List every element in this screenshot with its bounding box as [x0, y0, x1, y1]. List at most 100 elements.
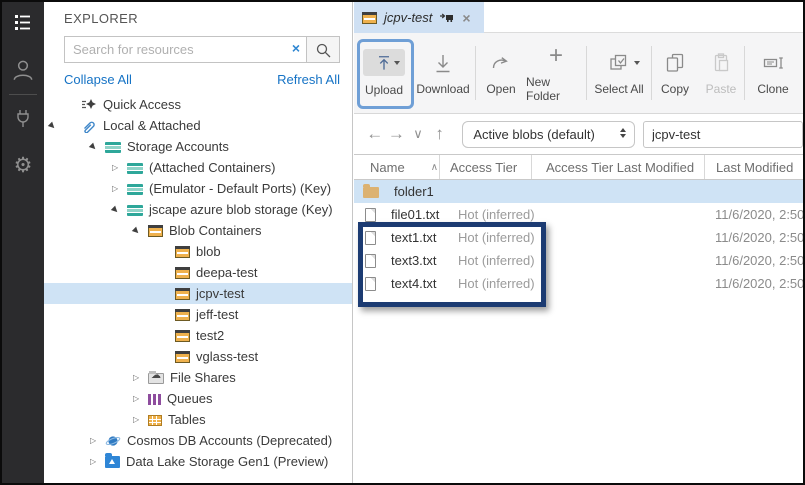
expanded-chevron-icon[interactable] — [49, 122, 81, 130]
tree-item-label: Cosmos DB Accounts (Deprecated) — [127, 433, 332, 448]
blob-row-text4[interactable]: text4.txt Hot (inferred) 11/6/2020, 2:50… — [354, 272, 803, 295]
tree-item-label: Quick Access — [103, 97, 181, 112]
blob-container-icon — [175, 288, 190, 300]
column-header-last-modified[interactable]: Last Modified — [705, 155, 803, 179]
tree-item-label: Data Lake Storage Gen1 (Preview) — [126, 454, 328, 469]
blob-view-selector[interactable]: Active blobs (default) — [462, 121, 635, 148]
tree-item-jscape-azure-blob-storage[interactable]: jscape azure blob storage (Key) — [44, 199, 352, 220]
tree-item-vglass-test[interactable]: vglass-test — [44, 346, 352, 367]
close-tab-icon[interactable]: × — [462, 10, 470, 26]
column-header-access-tier-last-modified[interactable]: Access Tier Last Modified — [532, 155, 705, 179]
search-box: × — [64, 36, 307, 63]
collapsed-chevron-icon[interactable] — [133, 395, 148, 403]
tree-item-tables[interactable]: Tables — [44, 409, 352, 430]
download-icon — [431, 51, 455, 75]
paste-icon — [709, 51, 733, 75]
download-button[interactable]: Download — [411, 38, 475, 108]
blob-name: folder1 — [394, 184, 434, 199]
tree-item-storage-accounts[interactable]: Storage Accounts — [44, 136, 352, 157]
tree-item-data-lake[interactable]: Data Lake Storage Gen1 (Preview) — [44, 451, 352, 472]
blob-container-icon — [148, 225, 163, 237]
tree-item-cosmos-db[interactable]: Cosmos DB Accounts (Deprecated) — [44, 430, 352, 451]
collapsed-chevron-icon[interactable] — [112, 185, 127, 193]
copy-button[interactable]: Copy — [652, 38, 698, 108]
tree-item-label: jcpv-test — [196, 286, 244, 301]
tree-item-label: test2 — [196, 328, 224, 343]
tree-item-label: deepa-test — [196, 265, 257, 280]
blob-container-icon — [175, 309, 190, 321]
tree-item-jeff-test[interactable]: jeff-test — [44, 304, 352, 325]
tab-jcpv-test[interactable]: jcpv-test × — [354, 2, 484, 33]
tree-item-label: Queues — [167, 391, 213, 406]
collapsed-chevron-icon[interactable] — [90, 437, 105, 445]
explorer-title: EXPLORER — [44, 2, 352, 26]
tab-strip: jcpv-test × — [354, 2, 803, 33]
tree-item-file-shares[interactable]: File Shares — [44, 367, 352, 388]
expanded-chevron-icon[interactable] — [112, 206, 127, 214]
storage-account-icon — [105, 142, 121, 153]
search-button[interactable] — [307, 36, 340, 63]
blob-row-text3[interactable]: text3.txt Hot (inferred) 11/6/2020, 2:50… — [354, 249, 803, 272]
tree-item-queues[interactable]: Queues — [44, 388, 352, 409]
cosmos-db-icon — [105, 434, 121, 447]
paste-button[interactable]: Paste — [698, 38, 744, 108]
history-chevron-icon[interactable]: ∨ — [407, 126, 429, 142]
select-spinner-icon — [620, 128, 626, 138]
blob-container-icon — [175, 330, 190, 342]
settings-gear-icon[interactable]: ⚙ — [2, 145, 44, 185]
upload-icon — [363, 49, 405, 76]
collapsed-chevron-icon[interactable] — [133, 416, 148, 424]
activity-bar-divider — [9, 94, 37, 95]
tree-item-blob-containers[interactable]: Blob Containers — [44, 220, 352, 241]
forward-icon[interactable]: → — [386, 124, 408, 144]
column-header-access-tier[interactable]: Access Tier — [440, 155, 532, 179]
collapse-all-link[interactable]: Collapse All — [64, 72, 132, 87]
tree-item-test2[interactable]: test2 — [44, 325, 352, 346]
clone-button[interactable]: Clone — [745, 38, 801, 108]
new-folder-button[interactable]: + New Folder — [526, 38, 586, 108]
column-header-name[interactable]: Name ∧ — [354, 155, 440, 179]
data-lake-icon — [105, 456, 120, 468]
explorer-toggle-icon[interactable] — [2, 2, 44, 42]
resource-tree: Quick Access Local & Attached Storage Ac… — [44, 94, 352, 472]
tree-item-blob[interactable]: blob — [44, 241, 352, 262]
collapsed-chevron-icon[interactable] — [90, 458, 105, 466]
select-all-button[interactable]: Select All — [587, 38, 651, 108]
tree-item-label: blob — [196, 244, 221, 259]
expanded-chevron-icon[interactable] — [133, 227, 148, 235]
collapsed-chevron-icon[interactable] — [112, 164, 127, 172]
tree-item-attached-containers[interactable]: (Attached Containers) — [44, 157, 352, 178]
path-input[interactable] — [643, 121, 803, 148]
blob-row-file01[interactable]: file01.txt Hot (inferred) 11/6/2020, 2:5… — [354, 203, 803, 226]
explorer-panel: EXPLORER × Collapse All Refresh All — [44, 2, 353, 483]
expanded-chevron-icon[interactable] — [90, 143, 105, 151]
file-icon — [365, 254, 376, 268]
connect-icon[interactable] — [2, 99, 44, 139]
tree-item-deepa-test[interactable]: deepa-test — [44, 262, 352, 283]
file-icon — [365, 277, 376, 291]
blob-list-header: Name ∧ Access Tier Access Tier Last Modi… — [354, 154, 803, 180]
queue-icon — [148, 394, 161, 405]
tree-item-emulator[interactable]: (Emulator - Default Ports) (Key) — [44, 178, 352, 199]
clear-search-icon[interactable]: × — [292, 40, 300, 56]
search-row: × — [64, 36, 340, 63]
account-icon[interactable] — [2, 50, 44, 90]
blob-row-folder1[interactable]: folder1 — [354, 180, 803, 203]
back-icon[interactable]: ← — [364, 124, 386, 144]
collapsed-chevron-icon[interactable] — [133, 374, 148, 382]
blob-container-icon — [175, 267, 190, 279]
plus-icon: + — [549, 44, 563, 68]
tree-item-jcpv-test[interactable]: jcpv-test — [44, 283, 352, 304]
paperclip-icon — [81, 119, 97, 132]
blob-name: text3.txt — [391, 253, 437, 268]
search-input[interactable] — [64, 36, 307, 63]
up-icon[interactable]: ↑ — [429, 124, 451, 144]
open-button[interactable]: Open — [476, 38, 526, 108]
upload-button[interactable]: Upload — [357, 38, 411, 108]
blob-row-text1[interactable]: text1.txt Hot (inferred) 11/6/2020, 2:50… — [354, 226, 803, 249]
refresh-all-link[interactable]: Refresh All — [277, 72, 340, 87]
tree-item-local-attached[interactable]: Local & Attached — [44, 115, 352, 136]
storage-account-icon — [127, 205, 143, 216]
blob-container-icon — [175, 246, 190, 258]
tree-item-quick-access[interactable]: Quick Access — [44, 94, 352, 115]
